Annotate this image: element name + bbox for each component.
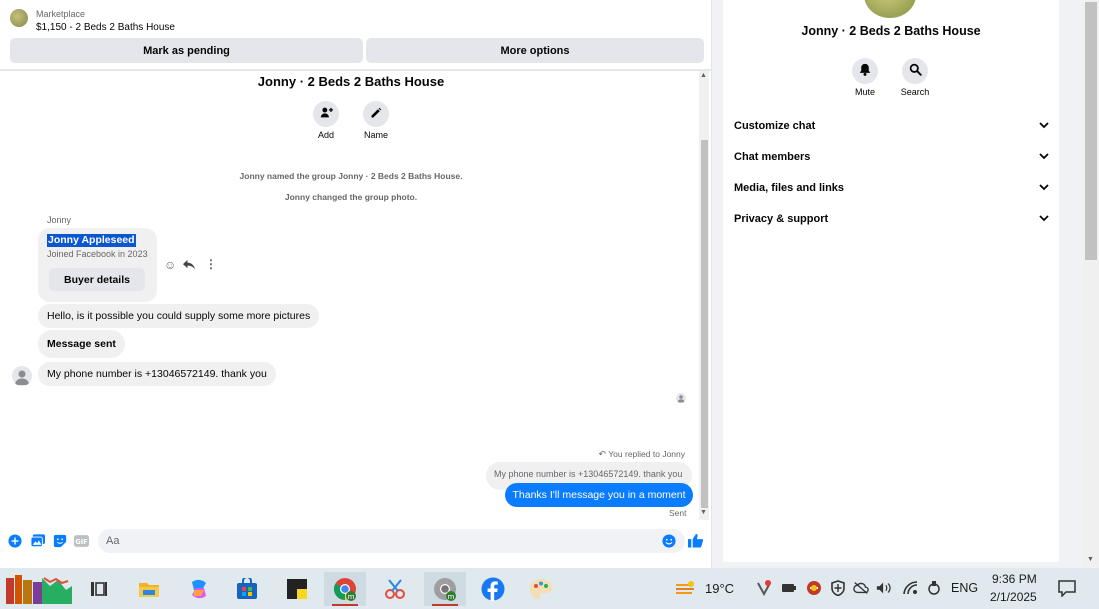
- system-message: Jonny changed the group photo.: [284, 192, 418, 202]
- emoji-icon[interactable]: [661, 533, 676, 548]
- input-language[interactable]: ENG: [951, 581, 978, 595]
- media-files-links-section[interactable]: Media, files and links: [734, 179, 1049, 197]
- chrome-profile-icon[interactable]: m: [424, 572, 466, 606]
- cloud-offline-icon[interactable]: [853, 580, 869, 596]
- reply-arrow-icon: ↶: [598, 449, 607, 459]
- add-label: Add: [317, 130, 334, 140]
- pencil-icon: [370, 107, 382, 122]
- copilot-icon[interactable]: [178, 572, 220, 606]
- listing-title[interactable]: $1,150 - 2 Beds 2 Baths House: [36, 22, 175, 33]
- seen-avatar: [676, 393, 686, 403]
- my-message-bubble: Thanks I'll message you in a moment: [505, 483, 693, 507]
- chat-scrollbar-thumb[interactable]: [701, 140, 708, 508]
- buyer-details-button[interactable]: Buyer details: [49, 268, 145, 291]
- composer: GIF: [0, 526, 712, 556]
- chat-panel: Marketplace $1,150 - 2 Beds 2 Baths Hous…: [0, 0, 712, 568]
- volume-icon[interactable]: [876, 580, 892, 596]
- power-mode-icon[interactable]: [926, 580, 942, 596]
- profile-name[interactable]: Jonny Appleseed: [47, 234, 136, 247]
- chevron-down-icon: [1039, 151, 1049, 163]
- add-person-icon: [320, 106, 333, 122]
- reply-icon[interactable]: [183, 259, 195, 273]
- security-shield-icon[interactable]: [830, 580, 846, 596]
- svg-text:m: m: [448, 593, 455, 601]
- facebook-icon[interactable]: [472, 572, 514, 606]
- snipping-tool-icon[interactable]: [374, 572, 416, 606]
- gif-icon[interactable]: GIF: [74, 533, 89, 548]
- group-title: Jonny · 2 Beds 2 Baths House: [257, 74, 445, 89]
- message-bubble: Message sent: [38, 330, 125, 358]
- chat-members-section[interactable]: Chat members: [734, 148, 1049, 166]
- customize-chat-section[interactable]: Customize chat: [734, 117, 1049, 135]
- section-label: Customize chat: [734, 120, 816, 132]
- notification-icon[interactable]: [1057, 578, 1077, 598]
- group-photo[interactable]: [864, 0, 916, 18]
- message-input[interactable]: [98, 529, 685, 553]
- mute-label: Mute: [854, 87, 875, 97]
- chevron-down-icon: [1039, 213, 1049, 225]
- message-bubble: My phone number is +13046572149. thank y…: [38, 362, 276, 386]
- file-explorer-icon[interactable]: [2, 572, 76, 606]
- search-label: Search: [900, 87, 930, 97]
- section-label: Privacy & support: [734, 213, 829, 225]
- active-indicator: [432, 604, 458, 606]
- files-icon[interactable]: [128, 572, 170, 606]
- rename-group-button[interactable]: [363, 101, 389, 127]
- svg-text:m: m: [348, 593, 355, 601]
- sent-status: Sent: [669, 508, 687, 518]
- weather-temperature[interactable]: 19°C: [705, 581, 734, 596]
- task-view-icon[interactable]: [78, 572, 120, 606]
- scroll-down-icon[interactable]: ▼: [700, 509, 707, 516]
- section-label: Media, files and links: [734, 182, 845, 194]
- listing-thumbnail: [10, 9, 28, 27]
- marketplace-bar[interactable]: Marketplace $1,150 - 2 Beds 2 Baths Hous…: [0, 0, 712, 36]
- divider: [0, 69, 712, 71]
- clock-time[interactable]: 9:36 PM: [992, 572, 1037, 586]
- sticky-notes-icon[interactable]: [276, 572, 318, 606]
- mark-as-pending-button[interactable]: Mark as pending: [10, 38, 363, 63]
- add-people-button[interactable]: [313, 101, 339, 127]
- privacy-support-section[interactable]: Privacy & support: [734, 210, 1049, 228]
- sender-avatar[interactable]: [12, 366, 32, 386]
- like-icon[interactable]: [688, 533, 703, 548]
- sticker-icon[interactable]: [52, 533, 67, 548]
- page-scroll-down-icon[interactable]: ▼: [1087, 556, 1094, 563]
- mute-button[interactable]: [852, 58, 878, 84]
- reply-note-text: You replied to Jonny: [608, 449, 685, 459]
- active-indicator: [332, 604, 358, 606]
- weather-icon[interactable]: [674, 578, 696, 600]
- section-label: Chat members: [734, 151, 811, 163]
- sender-name: Jonny: [47, 215, 72, 225]
- message-bubble: Hello, is it possible you could supply s…: [38, 304, 320, 328]
- plus-icon[interactable]: [7, 533, 22, 548]
- chevron-down-icon: [1039, 120, 1049, 132]
- profile-joined: Joined Facebook in 2023: [47, 249, 148, 259]
- vpn-icon[interactable]: [756, 580, 772, 596]
- chrome-icon[interactable]: m: [324, 572, 366, 606]
- app-tray-icon[interactable]: [806, 580, 822, 596]
- wifi-icon[interactable]: [903, 580, 919, 596]
- taskbar: m m 19°C ENG 9:36 PM 2/1/2025: [0, 568, 1099, 609]
- search-button[interactable]: [902, 58, 928, 84]
- more-options-button[interactable]: More options: [366, 38, 704, 63]
- battery-saver-icon[interactable]: [781, 580, 797, 596]
- reply-note: ↶ You replied to Jonny: [599, 449, 685, 460]
- image-icon[interactable]: [30, 533, 45, 548]
- info-title: Jonny · 2 Beds 2 Baths House: [801, 24, 981, 38]
- chat-info-panel: Jonny · 2 Beds 2 Baths House Mute Search…: [723, 0, 1059, 562]
- store-icon[interactable]: [226, 572, 268, 606]
- bell-icon: [859, 63, 871, 79]
- page-scrollbar-thumb[interactable]: [1085, 2, 1097, 260]
- clock-date[interactable]: 2/1/2025: [990, 590, 1037, 604]
- react-icon[interactable]: ☺: [164, 258, 176, 272]
- chevron-down-icon: [1039, 182, 1049, 194]
- search-icon: [909, 63, 922, 79]
- paint-icon[interactable]: [520, 572, 562, 606]
- system-message: Jonny named the group Jonny · 2 Beds 2 B…: [239, 171, 463, 181]
- svg-text:GIF: GIF: [75, 537, 88, 545]
- more-actions-icon[interactable]: ⋮: [205, 257, 217, 271]
- marketplace-label: Marketplace: [36, 9, 86, 19]
- name-label: Name: [363, 130, 388, 140]
